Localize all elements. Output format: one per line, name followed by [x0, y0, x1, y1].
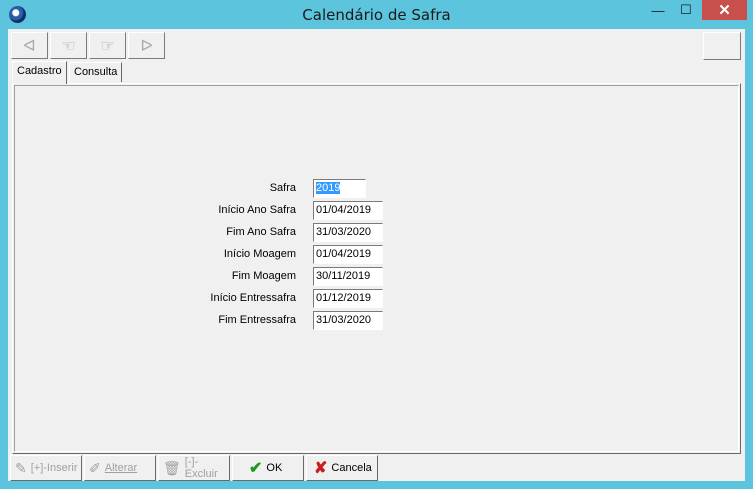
title-bar: Calendário de Safra — ☐ ✕ [0, 0, 753, 29]
form-row-safra: Safra 2019 [13, 179, 742, 198]
field-label: Safra [269, 182, 296, 194]
inicio-moagem-input[interactable]: 01/04/2019 [313, 245, 383, 264]
field-label: Início Moagem [223, 248, 296, 260]
ok-label: OK [266, 462, 283, 474]
safra-input[interactable]: 2019 [313, 179, 366, 198]
form-row-inicio-moagem: Início Moagem 01/04/2019 [13, 245, 742, 264]
insert-button[interactable]: ✎ [+]-Inserir [10, 455, 82, 481]
last-record-button[interactable]: ᐅ [128, 32, 165, 59]
form-row-inicio-ano-safra: Início Ano Safra 01/04/2019 [13, 201, 742, 220]
arrow-right-icon: ᐅ [140, 37, 153, 55]
edit-pencil-icon: ✐ [89, 459, 101, 476]
cancel-label: Cancela [331, 462, 372, 474]
first-record-button[interactable]: ᐊ [11, 32, 48, 59]
field-label: Fim Entressafra [218, 314, 296, 326]
edit-button[interactable]: ✐ Alterar [84, 455, 156, 481]
hand-left-icon: ☜ [61, 37, 76, 55]
arrow-left-icon: ᐊ [23, 37, 36, 55]
insert-label: [+]-Inserir [30, 462, 78, 474]
field-label: Início Ano Safra [218, 204, 296, 216]
hand-right-icon: ☞ [100, 37, 115, 55]
form-row-fim-entressafra: Fim Entressafra 31/03/2020 [13, 311, 742, 330]
field-label: Fim Moagem [231, 270, 296, 282]
delete-button[interactable]: 🗑 [-]-Excluir [158, 455, 230, 481]
form-row-fim-moagem: Fim Moagem 30/11/2019 [13, 267, 742, 286]
field-label: Fim Ano Safra [226, 226, 296, 238]
inicio-entressafra-input[interactable]: 01/12/2019 [313, 289, 383, 308]
close-button[interactable]: ✕ [702, 0, 747, 20]
next-record-button[interactable]: ☞ [89, 32, 126, 59]
toolbar-extra-button[interactable] [703, 32, 741, 60]
checkmark-icon: ✔ [249, 460, 263, 477]
field-label: Início Entressafra [210, 292, 296, 304]
tab-cadastro[interactable]: Cadastro [12, 61, 67, 84]
form-row-fim-ano-safra: Fim Ano Safra 31/03/2020 [13, 223, 742, 242]
maximize-button[interactable]: ☐ [672, 0, 700, 20]
previous-record-button[interactable]: ☜ [50, 32, 87, 59]
fim-entressafra-input[interactable]: 31/03/2020 [313, 311, 383, 330]
window-title: Calendário de Safra [302, 6, 451, 24]
trash-icon: 🗑 [163, 459, 181, 476]
ok-button[interactable]: ✔ OK [232, 455, 304, 481]
minimize-button[interactable]: — [644, 0, 672, 20]
app-window: Calendário de Safra — ☐ ✕ ᐊ ☜ ☞ ᐅ Cadast… [0, 0, 753, 489]
fim-ano-safra-input[interactable]: 31/03/2020 [313, 223, 383, 242]
inicio-ano-safra-input[interactable]: 01/04/2019 [313, 201, 383, 220]
cancel-button[interactable]: ✘ Cancela [306, 455, 378, 481]
x-mark-icon: ✘ [314, 460, 328, 477]
delete-label: [-]-Excluir [184, 456, 218, 480]
cadastro-panel: Safra 2019 Início Ano Safra 01/04/2019 F… [12, 83, 741, 454]
client-area: ᐊ ☜ ☞ ᐅ Cadastro Consulta Safra 2019 Iní… [8, 29, 745, 481]
edit-label: Alterar [104, 462, 138, 474]
fim-moagem-input[interactable]: 30/11/2019 [313, 267, 383, 286]
form-row-inicio-entressafra: Início Entressafra 01/12/2019 [13, 289, 742, 308]
pencil-paper-icon: ✎ [15, 459, 27, 476]
field-value: 2019 [316, 182, 341, 194]
tab-consulta[interactable]: Consulta [69, 62, 123, 82]
